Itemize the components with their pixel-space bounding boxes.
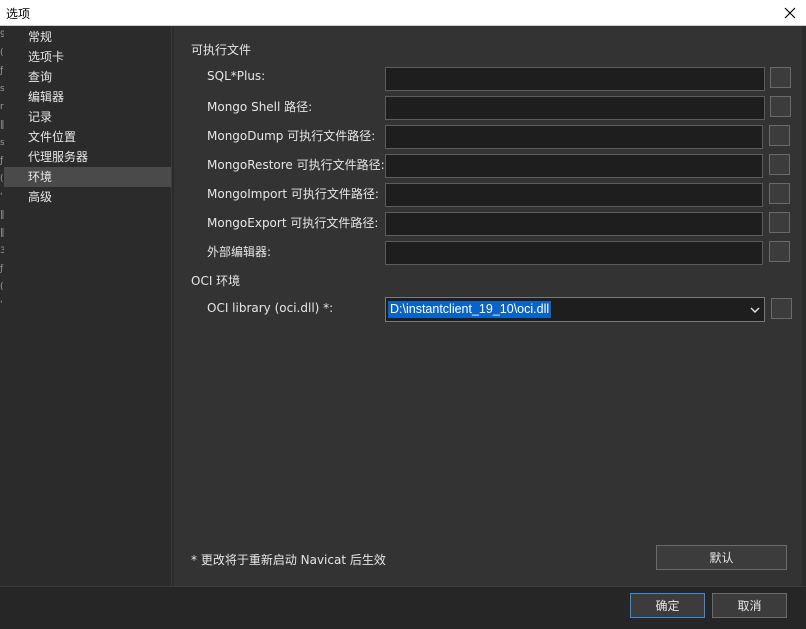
close-icon[interactable] [780, 3, 800, 23]
sidebar-item-records[interactable]: 记录 [4, 107, 171, 127]
sidebar-item-advanced[interactable]: 高级 [4, 187, 171, 207]
mongorestore-path-input[interactable] [385, 154, 763, 178]
chevron-down-icon [750, 304, 760, 318]
sidebar-item-query[interactable]: 查询 [4, 67, 171, 87]
external-editor-path-input[interactable] [385, 241, 763, 265]
mongodump-browse-button[interactable] [769, 125, 790, 146]
external-editor-label: 外部编辑器: [207, 245, 272, 259]
mongorestore-browse-button[interactable] [769, 154, 790, 175]
sidebar-item-general[interactable]: 常规 [4, 27, 171, 47]
mongoimport-path-input[interactable] [385, 183, 763, 207]
mongorestore-label: MongoRestore 可执行文件路径: [207, 158, 385, 172]
sqlplus-browse-button[interactable] [770, 67, 791, 88]
oci-library-select[interactable]: D:\instantclient_19_10\oci.dll [385, 297, 765, 322]
sidebar-item-environment[interactable]: 环境 [4, 167, 171, 187]
options-sidebar: 常规 选项卡 查询 编辑器 记录 文件位置 代理服务器 环境 高级 [4, 26, 172, 586]
mongo-shell-browse-button[interactable] [770, 96, 791, 117]
executables-section-title: 可执行文件 [191, 43, 252, 57]
environment-panel: 可执行文件 SQL*Plus: Mongo Shell 路径: MongoDum… [174, 26, 802, 586]
window-title: 选项 [6, 7, 31, 21]
default-button[interactable]: 默认 [656, 545, 787, 570]
title-bar: 选项 [0, 0, 806, 26]
cancel-button[interactable]: 取消 [712, 593, 787, 618]
oci-section-title: OCI 环境 [191, 274, 241, 288]
mongodump-path-input[interactable] [385, 125, 763, 149]
sidebar-item-tabs[interactable]: 选项卡 [4, 47, 171, 67]
sqlplus-path-input[interactable] [385, 67, 765, 91]
options-dialog: 选项 9 ( ƒ s r ‖ s ƒ ( ‘ ‖ ‖ 3 ƒ ( ‘ 常规 选项… [0, 0, 806, 629]
mongoimport-browse-button[interactable] [769, 183, 790, 204]
sidebar-item-proxy[interactable]: 代理服务器 [4, 147, 171, 167]
restart-note: * 更改将于重新启动 Navicat 后生效 [191, 553, 386, 567]
mongoexport-path-input[interactable] [385, 212, 763, 236]
mongoimport-label: MongoImport 可执行文件路径: [207, 187, 379, 201]
external-editor-browse-button[interactable] [769, 241, 790, 262]
ok-button[interactable]: 确定 [630, 593, 705, 618]
dialog-footer: 确定 取消 [0, 586, 806, 629]
oci-library-browse-button[interactable] [771, 298, 792, 319]
mongo-shell-label: Mongo Shell 路径: [207, 100, 313, 114]
mongoexport-label: MongoExport 可执行文件路径: [207, 216, 379, 230]
sqlplus-label: SQL*Plus: [207, 69, 266, 83]
mongodump-label: MongoDump 可执行文件路径: [207, 129, 376, 143]
oci-library-label: OCI library (oci.dll) *: [207, 301, 334, 315]
sidebar-item-file-location[interactable]: 文件位置 [4, 127, 171, 147]
oci-library-value: D:\instantclient_19_10\oci.dll [388, 301, 552, 318]
mongo-shell-path-input[interactable] [385, 96, 765, 120]
sidebar-item-editor[interactable]: 编辑器 [4, 87, 171, 107]
mongoexport-browse-button[interactable] [769, 212, 790, 233]
